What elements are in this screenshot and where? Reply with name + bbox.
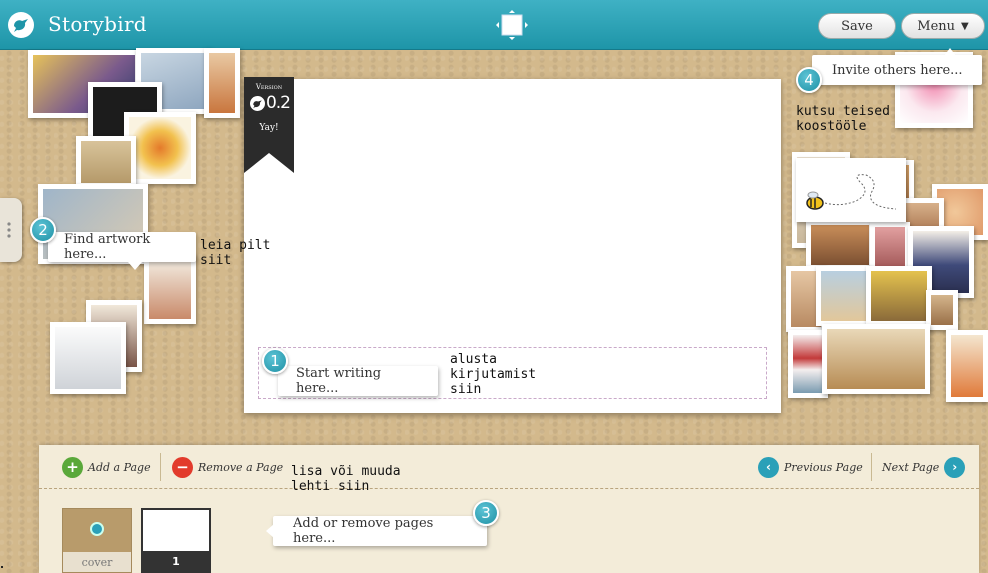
find-artwork-tooltip: Find artwork here...: [48, 232, 196, 262]
hint-badge-3: 3: [473, 500, 499, 526]
remove-page-button[interactable]: − Remove a Page: [172, 456, 283, 478]
version-tagline: Yay!: [259, 123, 279, 133]
minus-icon: −: [172, 456, 193, 478]
start-writing-tooltip: Start writing here...: [278, 366, 438, 396]
chevron-left-icon: ‹: [758, 456, 779, 478]
toolbar-divider: [160, 453, 161, 481]
cover-page-thumbnail[interactable]: cover: [62, 508, 132, 573]
menu-button[interactable]: Menu ▼: [901, 13, 985, 39]
bird-logo-icon[interactable]: [8, 12, 34, 38]
storybird-editor: Storybird Save Menu ▼ Version 0.2 Yay! S…: [0, 0, 988, 573]
tooltip-pointer-icon: [128, 262, 142, 270]
invite-tooltip: Invite others here...: [812, 55, 982, 85]
invite-note: kutsu teised koostööle: [796, 104, 890, 134]
tooltip-pointer-icon: [266, 524, 274, 538]
previous-page-button[interactable]: ‹ Previous Page: [758, 456, 863, 478]
top-bar: Storybird Save Menu ▼: [0, 0, 988, 50]
cover-logo-icon: [90, 522, 104, 536]
cover-label: cover: [63, 552, 131, 572]
hint-badge-4: 4: [796, 67, 822, 93]
version-ribbon: Version 0.2 Yay!: [244, 77, 294, 173]
start-writing-note: alusta kirjutamist siin: [450, 352, 537, 397]
pages-note: lisa või muuda lehti siin: [291, 464, 401, 494]
artwork-thumbnail[interactable]: [204, 48, 240, 118]
add-page-button[interactable]: + Add a Page: [62, 456, 151, 478]
artwork-thumbnail[interactable]: [144, 254, 196, 324]
page-manager-panel: + Add a Page − Remove a Page lisa või mu…: [39, 445, 979, 573]
page-1-thumbnail[interactable]: 1: [141, 508, 211, 573]
tooltip-pointer-icon: [944, 48, 956, 56]
artwork-thumbnail[interactable]: [822, 324, 930, 394]
chevron-down-icon: ▼: [961, 20, 969, 32]
version-word: Version: [255, 83, 283, 91]
resize-frame-icon[interactable]: [496, 10, 528, 40]
bird-icon: [250, 95, 265, 111]
artwork-thumbnail[interactable]: [76, 136, 136, 188]
version-number: 0.2: [250, 93, 291, 113]
artwork-thumbnail[interactable]: [806, 220, 874, 270]
toolbar-divider: [871, 453, 872, 481]
brand-title: Storybird: [48, 12, 147, 36]
artwork-thumbnail[interactable]: [946, 330, 988, 402]
page-number-label: 1: [143, 551, 209, 571]
artwork-thumbnail[interactable]: [926, 290, 958, 330]
stray-dot: [1, 566, 3, 568]
page-toolbar: + Add a Page − Remove a Page lisa või mu…: [39, 445, 979, 494]
find-artwork-note: leia pilt siit: [200, 238, 271, 268]
plus-icon: +: [62, 456, 83, 478]
pages-tooltip: Add or remove pages here...: [273, 516, 487, 546]
artwork-thumbnail[interactable]: [870, 222, 910, 272]
chevron-right-icon: ›: [944, 456, 966, 478]
artwork-thumbnail[interactable]: [866, 266, 932, 326]
artwork-drawer-handle[interactable]: [0, 198, 22, 262]
next-page-button[interactable]: Next Page ›: [882, 456, 966, 478]
artwork-thumbnail[interactable]: [816, 266, 872, 326]
hint-badge-2: 2: [30, 217, 56, 243]
artwork-thumbnail[interactable]: [50, 322, 126, 394]
menu-label: Menu: [917, 18, 956, 34]
artwork-thumbnail[interactable]: [796, 158, 906, 222]
save-button[interactable]: Save: [818, 13, 896, 39]
hint-badge-1: 1: [262, 348, 288, 374]
